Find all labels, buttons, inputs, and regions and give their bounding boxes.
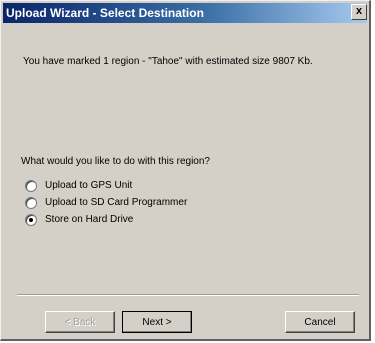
option-upload-gps[interactable]: Upload to GPS Unit (25, 177, 187, 194)
radio-dot-icon (29, 217, 33, 222)
cancel-button[interactable]: Cancel (285, 311, 355, 333)
radio-icon[interactable] (25, 196, 37, 209)
option-store-hard-drive[interactable]: Store on Hard Drive (25, 211, 187, 228)
option-upload-sd-card[interactable]: Upload to SD Card Programmer (25, 194, 187, 211)
radio-selected-icon[interactable] (25, 213, 37, 226)
next-button[interactable]: Next > (122, 311, 192, 333)
option-label: Store on Hard Drive (45, 214, 134, 225)
title-bar[interactable]: Upload Wizard - Select Destination x (3, 3, 367, 23)
destination-options: Upload to GPS Unit Upload to SD Card Pro… (25, 177, 187, 228)
region-summary-text: You have marked 1 region - "Tahoe" with … (23, 56, 313, 67)
close-icon: x (355, 5, 363, 17)
footer-separator (17, 294, 359, 296)
back-button[interactable]: < Back (45, 311, 115, 333)
option-label: Upload to SD Card Programmer (45, 197, 188, 208)
destination-question: What would you like to do with this regi… (21, 156, 210, 167)
option-label: Upload to GPS Unit (45, 180, 133, 191)
close-button[interactable]: x (351, 4, 367, 20)
upload-wizard-dialog: Upload Wizard - Select Destination x You… (0, 0, 371, 341)
window-title: Upload Wizard - Select Destination (6, 6, 204, 20)
radio-icon[interactable] (25, 179, 37, 192)
